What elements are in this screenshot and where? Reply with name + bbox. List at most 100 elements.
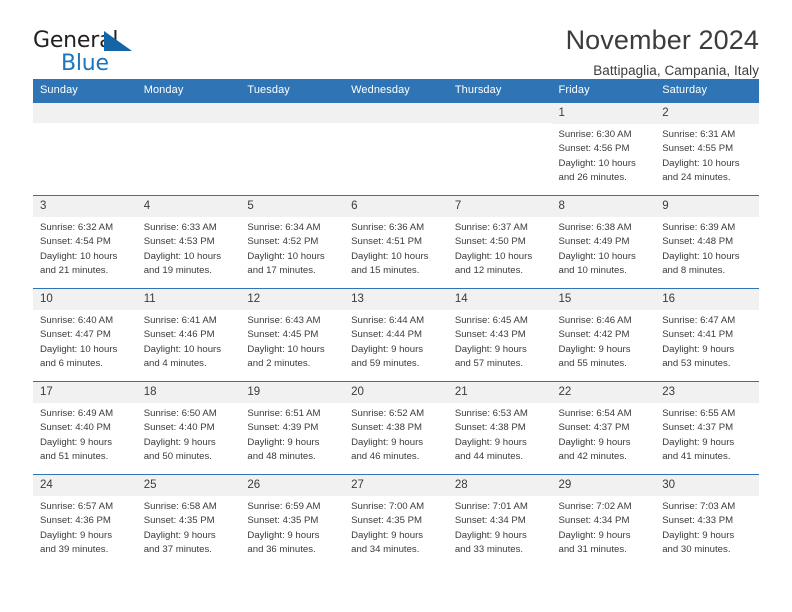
day-cell[interactable]: 15 Sunrise: 6:46 AM Sunset: 4:42 PM Dayligh…	[551, 288, 656, 382]
sunset-text: Sunset: 4:41 PM	[662, 329, 734, 341]
sunset-text: Sunset: 4:48 PM	[662, 236, 734, 248]
day-cell[interactable]: 22 Sunrise: 6:54 AM Sunset: 4:37 PM Dayligh…	[551, 381, 656, 475]
week-row: 24 Sunrise: 6:57 AM Sunset: 4:36 PM Dayligh…	[33, 474, 759, 567]
daylight-text-line1: Daylight: 10 hours	[247, 343, 325, 355]
sunset-text: Sunset: 4:44 PM	[351, 329, 423, 341]
day-cell[interactable]: 28 Sunrise: 7:01 AM Sunset: 4:34 PM Dayligh…	[447, 474, 552, 567]
day-cell[interactable]: 12 Sunrise: 6:43 AM Sunset: 4:45 PM Dayligh…	[240, 288, 345, 382]
day-cell[interactable]	[447, 102, 552, 196]
sunrise-text: Sunrise: 6:58 AM	[143, 500, 217, 512]
daylight-text-line1: Daylight: 10 hours	[143, 250, 222, 262]
sunrise-text: Sunrise: 7:01 AM	[454, 500, 528, 512]
daylight-text-line2: and 2 minutes.	[247, 358, 311, 370]
sunset-text: Sunset: 4:52 PM	[247, 236, 319, 248]
sunset-text: Sunset: 4:34 PM	[558, 515, 630, 527]
day-cell[interactable]: 23 Sunrise: 6:55 AM Sunset: 4:37 PM Dayligh…	[655, 381, 759, 475]
day-cell[interactable]: 24 Sunrise: 6:57 AM Sunset: 4:36 PM Dayligh…	[33, 474, 137, 567]
sunset-text: Sunset: 4:37 PM	[662, 422, 734, 434]
daylight-text-line2: and 39 minutes.	[40, 544, 109, 556]
day-cell[interactable]: 29 Sunrise: 7:02 AM Sunset: 4:34 PM Dayligh…	[551, 474, 656, 567]
day-cell[interactable]: 18 Sunrise: 6:50 AM Sunset: 4:40 PM Dayligh…	[136, 381, 241, 475]
day-number: 5	[240, 196, 345, 217]
day-cell[interactable]	[33, 102, 137, 196]
day-cell[interactable]: 25 Sunrise: 6:58 AM Sunset: 4:35 PM Dayligh…	[136, 474, 241, 567]
sunrise-text: Sunrise: 6:53 AM	[454, 407, 528, 419]
sunset-text: Sunset: 4:38 PM	[454, 422, 526, 434]
day-number: 23	[655, 382, 759, 403]
week-row: 17 Sunrise: 6:49 AM Sunset: 4:40 PM Dayligh…	[33, 381, 759, 475]
sunrise-text: Sunrise: 6:32 AM	[40, 221, 114, 233]
day-cell[interactable]: 4 Sunrise: 6:33 AM Sunset: 4:53 PM Daylight…	[136, 195, 241, 289]
location-subtitle: Battipaglia, Campania, Italy	[593, 63, 759, 79]
sunset-text: Sunset: 4:34 PM	[454, 515, 526, 527]
daylight-text-line2: and 55 minutes.	[558, 358, 627, 370]
day-cell[interactable]: 26 Sunrise: 6:59 AM Sunset: 4:35 PM Dayligh…	[240, 474, 345, 567]
day-cell[interactable]: 1 Sunrise: 6:30 AM Sunset: 4:56 PM Daylight…	[551, 102, 656, 196]
sunset-text: Sunset: 4:39 PM	[247, 422, 319, 434]
day-details: Sunrise: 7:02 AM Sunset: 4:34 PM Daylight:…	[552, 496, 656, 558]
sunset-text: Sunset: 4:56 PM	[558, 143, 630, 155]
daylight-text-line2: and 10 minutes.	[558, 265, 627, 277]
sunset-text: Sunset: 4:54 PM	[40, 236, 111, 248]
day-cell[interactable]: 9 Sunrise: 6:39 AM Sunset: 4:48 PM Daylight…	[655, 195, 759, 289]
daylight-text-line1: Daylight: 9 hours	[558, 343, 631, 355]
logo-general-blue[interactable]: General Blue	[33, 26, 153, 78]
daylight-text-line1: Daylight: 9 hours	[351, 436, 424, 448]
day-details: Sunrise: 6:58 AM Sunset: 4:35 PM Daylight:…	[137, 496, 241, 558]
sunrise-text: Sunrise: 6:49 AM	[40, 407, 114, 419]
day-cell[interactable]: 3 Sunrise: 6:32 AM Sunset: 4:54 PM Daylight…	[33, 195, 137, 289]
day-details: Sunrise: 6:34 AM Sunset: 4:52 PM Daylight:…	[240, 217, 344, 279]
day-details: Sunrise: 6:41 AM Sunset: 4:46 PM Daylight:…	[137, 310, 241, 372]
day-cell[interactable]: 30 Sunrise: 7:03 AM Sunset: 4:33 PM Dayligh…	[655, 474, 759, 567]
day-number: 28	[447, 475, 552, 496]
day-cell[interactable]: 16 Sunrise: 6:47 AM Sunset: 4:41 PM Dayligh…	[655, 288, 759, 382]
day-cell[interactable]	[240, 102, 345, 196]
daylight-text-line2: and 31 minutes.	[558, 544, 627, 556]
day-cell[interactable]: 10 Sunrise: 6:40 AM Sunset: 4:47 PM Dayligh…	[33, 288, 137, 382]
day-number: 9	[655, 196, 759, 217]
day-cell[interactable]	[136, 102, 241, 196]
day-cell[interactable]: 11 Sunrise: 6:41 AM Sunset: 4:46 PM Dayligh…	[136, 288, 241, 382]
day-details: Sunrise: 6:38 AM Sunset: 4:49 PM Daylight:…	[552, 217, 656, 279]
daylight-text-line1: Daylight: 9 hours	[247, 529, 320, 541]
week-row: 3 Sunrise: 6:32 AM Sunset: 4:54 PM Daylight…	[33, 195, 759, 289]
day-cell[interactable]: 27 Sunrise: 7:00 AM Sunset: 4:35 PM Dayligh…	[344, 474, 448, 567]
sunrise-text: Sunrise: 6:59 AM	[247, 500, 321, 512]
day-cell[interactable]: 8 Sunrise: 6:38 AM Sunset: 4:49 PM Daylight…	[551, 195, 656, 289]
day-cell[interactable]: 7 Sunrise: 6:37 AM Sunset: 4:50 PM Daylight…	[447, 195, 552, 289]
week-row: 10 Sunrise: 6:40 AM Sunset: 4:47 PM Dayligh…	[33, 288, 759, 382]
day-cell[interactable]: 2 Sunrise: 6:31 AM Sunset: 4:55 PM Daylight…	[655, 102, 759, 196]
sunrise-text: Sunrise: 6:43 AM	[247, 314, 321, 326]
daylight-text-line2: and 19 minutes.	[143, 265, 212, 277]
day-cell[interactable]: 19 Sunrise: 6:51 AM Sunset: 4:39 PM Dayligh…	[240, 381, 345, 475]
sunrise-text: Sunrise: 6:54 AM	[558, 407, 632, 419]
sunset-text: Sunset: 4:33 PM	[662, 515, 734, 527]
daylight-text-line1: Daylight: 9 hours	[143, 436, 216, 448]
weekday-header-thursday: Thursday	[447, 79, 552, 103]
day-number: 2	[655, 103, 759, 124]
day-cell[interactable]: 20 Sunrise: 6:52 AM Sunset: 4:38 PM Dayligh…	[344, 381, 448, 475]
day-cell[interactable]: 6 Sunrise: 6:36 AM Sunset: 4:51 PM Daylight…	[344, 195, 448, 289]
page-header: General Blue November 2024 Battipaglia, …	[33, 0, 759, 79]
daylight-text-line1: Daylight: 10 hours	[351, 250, 429, 262]
day-cell[interactable]: 5 Sunrise: 6:34 AM Sunset: 4:52 PM Daylight…	[240, 195, 345, 289]
calendar-page: General Blue November 2024 Battipaglia, …	[0, 0, 792, 612]
day-cell[interactable]: 21 Sunrise: 6:53 AM Sunset: 4:38 PM Dayligh…	[447, 381, 552, 475]
daylight-text-line2: and 4 minutes.	[143, 358, 207, 370]
day-details: Sunrise: 7:03 AM Sunset: 4:33 PM Daylight:…	[655, 496, 759, 558]
day-cell[interactable]	[344, 102, 448, 196]
logo-text-blue: Blue	[61, 51, 109, 76]
daylight-text-line2: and 41 minutes.	[662, 451, 731, 463]
day-cell[interactable]: 13 Sunrise: 6:44 AM Sunset: 4:44 PM Dayligh…	[344, 288, 448, 382]
daylight-text-line1: Daylight: 9 hours	[351, 343, 424, 355]
sunset-text: Sunset: 4:45 PM	[247, 329, 319, 341]
day-cell[interactable]: 17 Sunrise: 6:49 AM Sunset: 4:40 PM Dayligh…	[33, 381, 137, 475]
daylight-text-line1: Daylight: 9 hours	[247, 436, 320, 448]
daylight-text-line2: and 33 minutes.	[454, 544, 524, 556]
day-number	[447, 103, 552, 123]
day-cell[interactable]: 14 Sunrise: 6:45 AM Sunset: 4:43 PM Dayligh…	[447, 288, 552, 382]
day-number	[33, 103, 137, 123]
daylight-text-line1: Daylight: 9 hours	[143, 529, 216, 541]
day-details: Sunrise: 7:00 AM Sunset: 4:35 PM Daylight:…	[344, 496, 448, 558]
sunset-text: Sunset: 4:40 PM	[40, 422, 111, 434]
